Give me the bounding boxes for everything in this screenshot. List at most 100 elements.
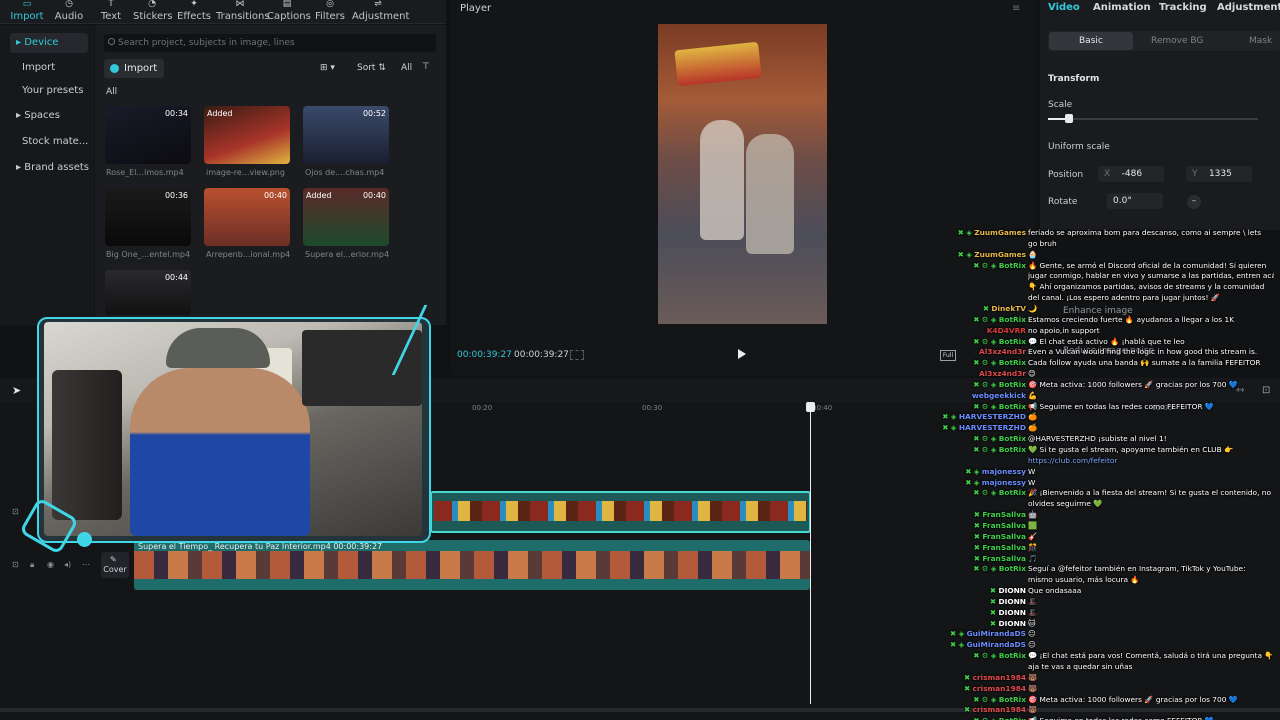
subtab-basic[interactable]: Basic <box>1079 36 1103 46</box>
media-tile[interactable]: 00:36 <box>105 188 191 246</box>
chat-username[interactable]: Al3xz4nd3r <box>979 347 1026 356</box>
playhead-handle[interactable] <box>806 402 815 412</box>
chat-username[interactable]: DIONN <box>998 619 1026 628</box>
chat-username[interactable]: BotRix <box>999 380 1026 389</box>
chat-username[interactable]: Al3xz4nd3r <box>979 369 1026 378</box>
sidebar-item-stock[interactable]: Stock mate... <box>16 132 94 152</box>
chat-username[interactable]: ZuumGames <box>974 228 1026 237</box>
audio-mute-icon[interactable]: ◂) <box>64 560 71 569</box>
tab-text[interactable]: T Text <box>98 0 124 24</box>
lock-icon[interactable]: 🔒︎ <box>30 560 34 570</box>
tab-transitions[interactable]: ⋈ Transitions <box>216 0 270 24</box>
rotate-field[interactable]: 0.0° <box>1107 193 1163 209</box>
chat-username[interactable]: DIONN <box>998 597 1026 606</box>
chat-username[interactable]: BotRix <box>999 488 1026 497</box>
subtab-mask[interactable]: Mask <box>1249 36 1272 46</box>
full-button[interactable]: Full <box>940 350 956 361</box>
chat-username[interactable]: GuiMirandaDS <box>967 629 1026 638</box>
chat-username[interactable]: K4D4VRR <box>987 326 1026 335</box>
chat-username[interactable]: ZuumGames <box>974 250 1026 259</box>
chat-username[interactable]: BotRix <box>999 651 1026 660</box>
track-toggle-icon[interactable]: ⊡ <box>12 507 19 516</box>
video-preview[interactable] <box>658 24 827 324</box>
tab-effects[interactable]: ✦ Effects <box>176 0 212 24</box>
chat-message: ✖ FranSallva <box>974 543 1026 553</box>
chat-username[interactable]: crisman1984 <box>973 705 1026 714</box>
tab-audio[interactable]: ◷ Audio <box>52 0 86 24</box>
chat-username[interactable]: FranSallva <box>982 510 1026 519</box>
tab-adjustment-inspector[interactable]: Adjustment <box>1217 2 1280 13</box>
chat-username[interactable]: BotRix <box>999 337 1026 346</box>
chat-username[interactable]: BotRix <box>999 716 1026 720</box>
more-icon[interactable]: ⋯ <box>82 560 90 569</box>
media-tile[interactable]: 00:44 <box>105 270 191 315</box>
media-tile[interactable]: Added <box>204 106 290 164</box>
media-tile[interactable]: 00:34 <box>105 106 191 164</box>
chat-username[interactable]: FranSallva <box>982 532 1026 541</box>
tab-filters[interactable]: ◎ Filters <box>315 0 345 24</box>
chat-username[interactable]: crisman1984 <box>973 673 1026 682</box>
scale-slider-handle[interactable] <box>1065 114 1073 123</box>
timeline-scrollbar[interactable] <box>0 708 1280 712</box>
sort-button[interactable]: Sort ⇅ <box>357 63 386 73</box>
chat-username[interactable]: HARVESTERZHD <box>959 412 1026 421</box>
sidebar-item-device[interactable]: ▸ Device <box>10 33 88 53</box>
media-tile[interactable]: 00:52 <box>303 106 389 164</box>
track-toggle-icon[interactable]: ⊡ <box>12 560 19 569</box>
view-toggle-icon[interactable]: ⊞ ▾ <box>320 63 335 73</box>
media-tile[interactable]: 00:40 <box>204 188 290 246</box>
tab-adjustment[interactable]: ⇌ Adjustment <box>352 0 409 24</box>
chat-username[interactable]: FranSallva <box>982 521 1026 530</box>
sidebar-item-spaces[interactable]: ▸ Spaces <box>10 106 88 126</box>
tab-tracking[interactable]: Tracking <box>1159 2 1207 13</box>
chat-username[interactable]: BotRix <box>999 315 1026 324</box>
chat-username[interactable]: BotRix <box>999 434 1026 443</box>
menu-icon[interactable]: ≡ <box>1012 3 1020 14</box>
chat-username[interactable]: DIONN <box>998 586 1026 595</box>
chat-username[interactable]: BotRix <box>999 564 1026 573</box>
chat-message: ✖ ⚙ ◈ BotRix <box>973 402 1026 412</box>
chat-username[interactable]: HARVESTERZHD <box>959 423 1026 432</box>
chat-username[interactable]: crisman1984 <box>973 684 1026 693</box>
chat-username[interactable]: FranSallva <box>982 554 1026 563</box>
position-x-field[interactable]: X -486 <box>1098 166 1164 182</box>
sidebar-item-import[interactable]: Import <box>16 58 94 78</box>
chat-username[interactable]: BotRix <box>999 358 1026 367</box>
subtab-remove-bg[interactable]: Remove BG <box>1151 36 1203 46</box>
chat-badge-icon: ✖ <box>963 683 973 693</box>
grid-icon[interactable] <box>570 350 584 360</box>
chat-username[interactable]: FranSallva <box>982 543 1026 552</box>
chat-username[interactable]: BotRix <box>999 402 1026 411</box>
playhead[interactable] <box>810 404 811 704</box>
fit-icon[interactable]: ⊡ <box>1262 385 1270 396</box>
ruler-tick: 00:20 <box>472 404 493 412</box>
chat-username[interactable]: BotRix <box>999 695 1026 704</box>
tab-import[interactable]: ▭ Import <box>8 0 46 24</box>
search-input[interactable]: Search project, subjects in image, lines <box>104 34 436 52</box>
visibility-icon[interactable]: ◉ <box>47 560 54 569</box>
sidebar-item-brand[interactable]: ▸ Brand assets <box>10 158 89 178</box>
media-tile[interactable]: Added 00:40 <box>303 188 389 246</box>
tab-captions[interactable]: ▤ Captions <box>267 0 311 24</box>
chat-username[interactable]: webgeekkick <box>972 391 1026 400</box>
chat-username[interactable]: DinekTV <box>991 304 1026 313</box>
select-cursor-icon[interactable]: ➤ <box>12 384 21 397</box>
play-icon[interactable] <box>738 349 746 359</box>
chat-message: ✖ DIONN <box>990 586 1026 596</box>
chat-username[interactable]: majonessy <box>982 478 1026 487</box>
overlay-clip[interactable] <box>430 491 811 533</box>
sidebar-item-presets[interactable]: Your presets <box>16 81 94 101</box>
tab-video[interactable]: Video <box>1048 2 1080 13</box>
position-y-field[interactable]: Y 1335 <box>1186 166 1252 182</box>
tab-animation[interactable]: Animation <box>1093 2 1151 13</box>
chat-username[interactable]: BotRix <box>999 261 1026 270</box>
tab-stickers[interactable]: ◔ Stickers <box>133 0 172 24</box>
chat-username[interactable]: GuiMirandaDS <box>967 640 1026 649</box>
chat-username[interactable]: DIONN <box>998 608 1026 617</box>
chat-username[interactable]: BotRix <box>999 445 1026 454</box>
filter-all-button[interactable]: All <box>401 63 412 73</box>
rotate-reset-icon[interactable]: – <box>1187 195 1201 209</box>
chat-username[interactable]: majonessy <box>982 467 1026 476</box>
filter-icon[interactable]: ⊤ <box>422 62 430 72</box>
scale-slider[interactable] <box>1048 118 1258 120</box>
